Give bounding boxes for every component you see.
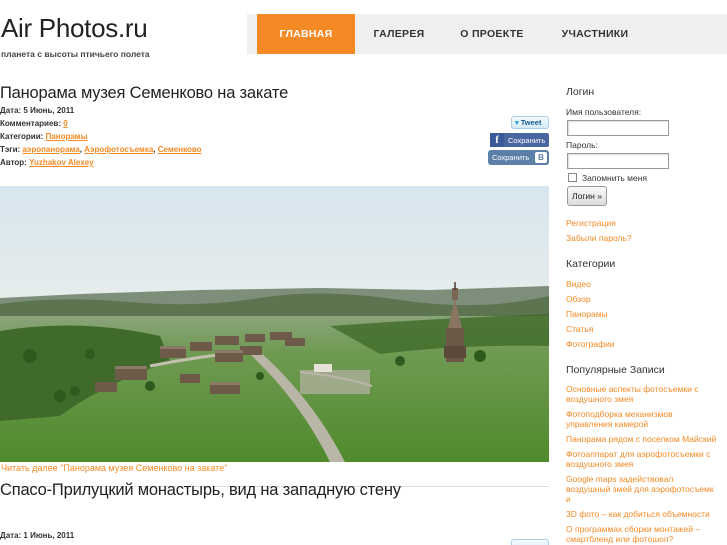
categories-heading: Категории bbox=[566, 258, 616, 270]
popular-post-line: и bbox=[566, 494, 571, 504]
popular-post-link[interactable]: Фотоподборка механизмов управления камеро… bbox=[566, 409, 673, 429]
popular-post-link[interactable]: Панорама рядом с поселком Майский bbox=[566, 434, 716, 444]
category-link[interactable]: Фотографии bbox=[566, 339, 615, 349]
popular-post-link[interactable]: 3D фото – как добиться объемности bbox=[566, 509, 710, 519]
forgot-password-link[interactable]: Забыли пароль? bbox=[566, 233, 632, 243]
tag-link[interactable]: Семенково bbox=[158, 145, 202, 154]
popular-post-line: управления камерой bbox=[566, 419, 649, 429]
popular-post-line: Фотоподборка механизмов bbox=[566, 409, 673, 419]
facebook-save-label: Сохранить bbox=[508, 135, 546, 145]
popular-post-link[interactable]: Фотоаппарат для аэрофотосъемки с воздушно… bbox=[566, 449, 710, 469]
post-title[interactable]: Спасо-Прилуцкий монастырь, вид на западн… bbox=[0, 481, 401, 500]
facebook-save-button[interactable]: f Сохранить bbox=[490, 133, 549, 147]
post-date: Дата: 5 Июнь, 2011 bbox=[0, 106, 75, 115]
username-input[interactable] bbox=[567, 120, 669, 136]
category-link[interactable]: Обзор bbox=[566, 294, 591, 304]
remember-me-label: Запомнить меня bbox=[582, 173, 648, 183]
post-categories: Категории: Панорамы bbox=[0, 130, 202, 143]
post-meta: Дата: 5 Июнь, 2011 Комментариев: 0 Катег… bbox=[0, 104, 202, 169]
tweet-button[interactable] bbox=[511, 539, 549, 545]
vk-save-button[interactable]: Сохранить В bbox=[488, 150, 549, 165]
post-author: Автор: Yuzhakov Alexey bbox=[0, 156, 202, 169]
comments-label: Комментариев: bbox=[0, 119, 64, 128]
site-tagline: планета с высоты птичьего полета bbox=[1, 49, 150, 59]
password-label: Пароль: bbox=[566, 140, 598, 150]
popular-post-line: Основные аспекты фотосъемки с bbox=[566, 384, 699, 394]
site-title[interactable]: Air Photos.ru bbox=[1, 13, 148, 44]
tweet-label: Tweet bbox=[520, 118, 542, 127]
popular-post-link[interactable]: Google maps задействовал воздушный змей д… bbox=[566, 474, 714, 504]
aerial-panorama-image bbox=[0, 186, 549, 462]
tweet-button[interactable]: ▾ Tweet bbox=[511, 116, 549, 129]
popular-post-line: воздушного змея bbox=[566, 459, 634, 469]
tag-link[interactable]: аэропанорама bbox=[22, 145, 79, 154]
popular-posts-heading: Популярные Записи bbox=[566, 364, 665, 376]
popular-post-line: Панорама рядом с поселком Майский bbox=[566, 434, 717, 444]
facebook-icon: f bbox=[490, 133, 504, 147]
category-link[interactable]: Панорамы bbox=[566, 309, 608, 319]
author-label: Автор: bbox=[0, 158, 30, 167]
password-input[interactable] bbox=[567, 153, 669, 169]
author-link[interactable]: Yuzhakov Alexey bbox=[29, 158, 94, 167]
category-link[interactable]: Видео bbox=[566, 279, 591, 289]
popular-post-line: 3D фото – как добиться объемности bbox=[566, 509, 710, 519]
main-nav: ГЛАВНАЯ ГАЛЕРЕЯ О ПРОЕКТЕ УЧАСТНИКИ bbox=[247, 14, 727, 54]
category-link[interactable]: Статья bbox=[566, 324, 593, 334]
comments-link[interactable]: 0 bbox=[63, 119, 67, 128]
vk-save-label: Сохранить bbox=[492, 153, 530, 162]
nav-item-gallery[interactable]: ГАЛЕРЕЯ bbox=[355, 14, 443, 54]
read-more-link[interactable]: Читать далее "Панорама музея Семенково н… bbox=[1, 463, 227, 473]
nav-item-home[interactable]: ГЛАВНАЯ bbox=[257, 14, 355, 54]
popular-post-line: Google maps задействовал bbox=[566, 474, 674, 484]
nav-item-members[interactable]: УЧАСТНИКИ bbox=[541, 14, 649, 54]
register-link[interactable]: Регистрация bbox=[566, 218, 616, 228]
post-photo[interactable] bbox=[0, 186, 549, 462]
tags-label: Тэги: bbox=[0, 145, 23, 154]
vk-icon: В bbox=[535, 152, 547, 163]
post-comments: Комментариев: 0 bbox=[0, 117, 202, 130]
popular-post-link[interactable]: О программах сборки монтажей – смартбленд… bbox=[566, 524, 700, 544]
post-date: Дата: 1 Июнь, 2011 bbox=[0, 531, 75, 540]
popular-post-line: воздушный змей для аэрофотосъемк bbox=[566, 484, 714, 494]
popular-post-link[interactable]: Основные аспекты фотосъемки с воздушного … bbox=[566, 384, 698, 404]
remember-me-checkbox[interactable] bbox=[568, 173, 577, 182]
post-title[interactable]: Панорама музея Семенково на закате bbox=[0, 84, 288, 103]
username-label: Имя пользователя: bbox=[566, 107, 642, 117]
post-tags: Тэги: аэропанорама, Аэрофотосъемка, Семе… bbox=[0, 143, 202, 156]
nav-item-about[interactable]: О ПРОЕКТЕ bbox=[443, 14, 541, 54]
login-heading: Логин bbox=[566, 86, 595, 98]
twitter-bird-icon: ▾ bbox=[515, 118, 519, 127]
tag-link[interactable]: Аэрофотосъемка bbox=[84, 145, 153, 154]
categories-label: Категории: bbox=[0, 132, 46, 141]
login-button[interactable]: Логин » bbox=[567, 186, 607, 206]
popular-post-line: смартбленд или фотошоп? bbox=[566, 534, 674, 544]
category-link[interactable]: Панорамы bbox=[46, 132, 88, 141]
popular-post-line: О программах сборки монтажей – bbox=[566, 524, 701, 534]
popular-post-line: Фотоаппарат для аэрофотосъемки с bbox=[566, 449, 711, 459]
popular-post-line: воздушного змея bbox=[566, 394, 634, 404]
